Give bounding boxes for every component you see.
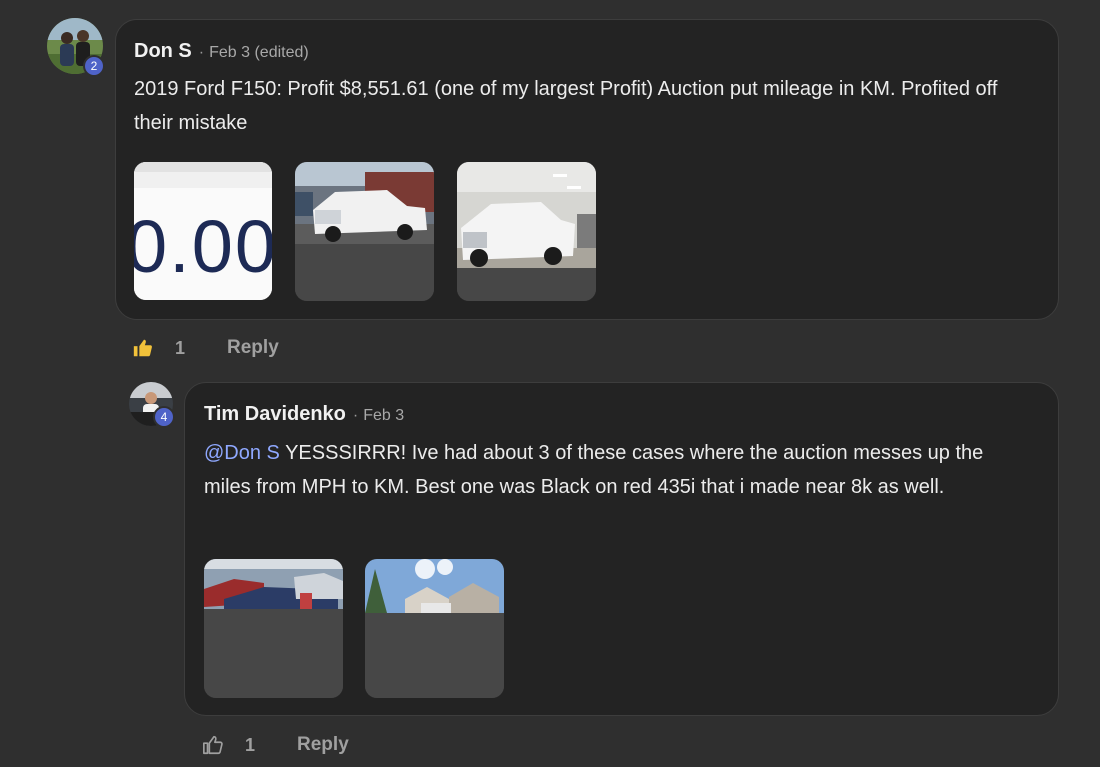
like-count: 1 <box>175 337 186 358</box>
separator-dot: · <box>352 407 359 424</box>
author-name[interactable]: Don S <box>134 40 192 63</box>
comment-actions: 1 Reply <box>131 336 279 360</box>
attachment-image[interactable]: 0.00 <box>134 162 272 300</box>
odometer-digits: 0.00 <box>134 205 272 288</box>
attachment-image[interactable] <box>204 559 343 698</box>
attachment-image[interactable] <box>457 162 596 301</box>
mention-link[interactable]: @Don S <box>204 442 280 464</box>
thumbs-up-outline-icon[interactable] <box>201 733 225 757</box>
separator-dot: · <box>198 44 205 61</box>
comment-date[interactable]: Feb 3 <box>363 407 404 425</box>
level-badge: 4 <box>153 406 175 428</box>
level-badge: 2 <box>83 55 105 77</box>
comment-meta: Don S · Feb 3 (edited) <box>134 40 309 63</box>
comment-date[interactable]: Feb 3 (edited) <box>209 44 309 62</box>
comment-text: @Don S YESSSIRRR! Ive had about 3 of the… <box>204 436 1034 504</box>
like-count: 1 <box>245 734 256 755</box>
author-name[interactable]: Tim Davidenko <box>204 403 346 426</box>
attachment-image[interactable] <box>295 162 434 301</box>
reply-button[interactable]: Reply <box>227 337 279 359</box>
comment-meta: Tim Davidenko · Feb 3 <box>204 403 404 426</box>
comment-actions: 1 Reply <box>201 733 349 757</box>
thumbs-up-icon[interactable] <box>131 336 155 360</box>
comment-text: 2019 Ford F150: Profit $8,551.61 (one of… <box>134 78 998 134</box>
attachment-image[interactable] <box>365 559 504 698</box>
reply-button[interactable]: Reply <box>297 734 349 756</box>
comment-body: YESSSIRRR! Ive had about 3 of these case… <box>204 442 984 498</box>
